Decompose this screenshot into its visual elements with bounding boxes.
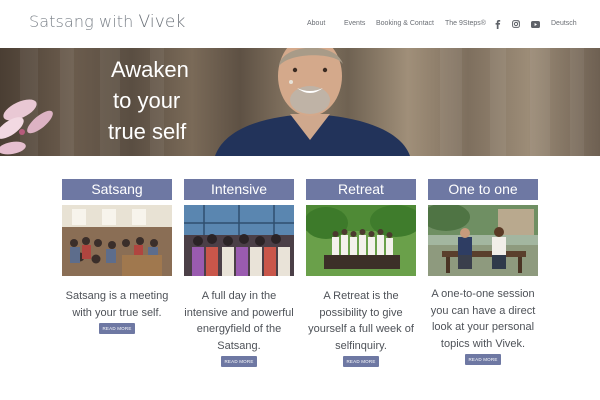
card-title[interactable]: One to one [428, 179, 538, 200]
site-header: Satsang with Vivek About Events Booking … [0, 0, 600, 48]
read-more-button[interactable]: READ MORE [343, 356, 379, 367]
hero-tagline: Awaken to your true self [108, 54, 189, 147]
read-more-button[interactable]: READ MORE [465, 354, 501, 365]
one-to-one-photo[interactable] [428, 205, 538, 276]
facebook-icon[interactable] [493, 19, 503, 29]
card-description: Satsang is a meeting with your true self… [65, 290, 169, 319]
retreat-photo[interactable] [306, 205, 416, 276]
intensive-photo[interactable] [184, 205, 294, 276]
card-description: A Retreat is the possibility to give you… [308, 290, 414, 352]
read-more-button[interactable]: READ MORE [99, 323, 135, 334]
curtain-fold [440, 48, 462, 156]
hero-tagline-line: true self [108, 119, 187, 144]
hero-tagline-line: to your [113, 88, 181, 113]
hero-tagline-line: Awaken [111, 57, 189, 82]
orchid-flowers-image [0, 99, 53, 155]
nav-item-about[interactable]: About [307, 19, 325, 29]
card-title[interactable]: Retreat [306, 179, 416, 200]
hero-banner: Awaken to your true self [0, 48, 600, 156]
read-more-button[interactable]: READ MORE [221, 356, 257, 367]
main-nav: About Events Booking & Contact The 9Step… [0, 19, 600, 31]
card-title[interactable]: Satsang [62, 179, 172, 200]
curtain-fold [530, 48, 550, 156]
nav-item-9steps[interactable]: The 9Steps® [445, 19, 486, 29]
satsang-photo[interactable] [62, 205, 172, 276]
curtain-fold [570, 48, 584, 156]
nav-item-booking-contact[interactable]: Booking & Contact [376, 19, 434, 29]
offering-card-intensive: Intensive A full day in the intensive an… [184, 179, 294, 367]
curtain-fold [490, 48, 506, 156]
nav-item-events[interactable]: Events [344, 19, 365, 29]
card-title[interactable]: Intensive [184, 179, 294, 200]
offering-card-retreat: Retreat A Retreat is the possibility to … [306, 179, 416, 367]
instagram-icon[interactable] [511, 19, 521, 29]
card-description: A full day in the intensive and powerful… [184, 290, 294, 352]
language-switch-deutsch[interactable]: Deutsch [551, 19, 577, 29]
vivek-portrait-image [215, 48, 410, 156]
offering-card-one-to-one: One to one A one-to-one session you can … [428, 179, 538, 365]
card-description: A one-to-one session you can have a dire… [430, 288, 536, 350]
youtube-icon[interactable] [530, 19, 540, 29]
offering-card-satsang: Satsang Satsang is a meeting with your t [62, 179, 172, 334]
